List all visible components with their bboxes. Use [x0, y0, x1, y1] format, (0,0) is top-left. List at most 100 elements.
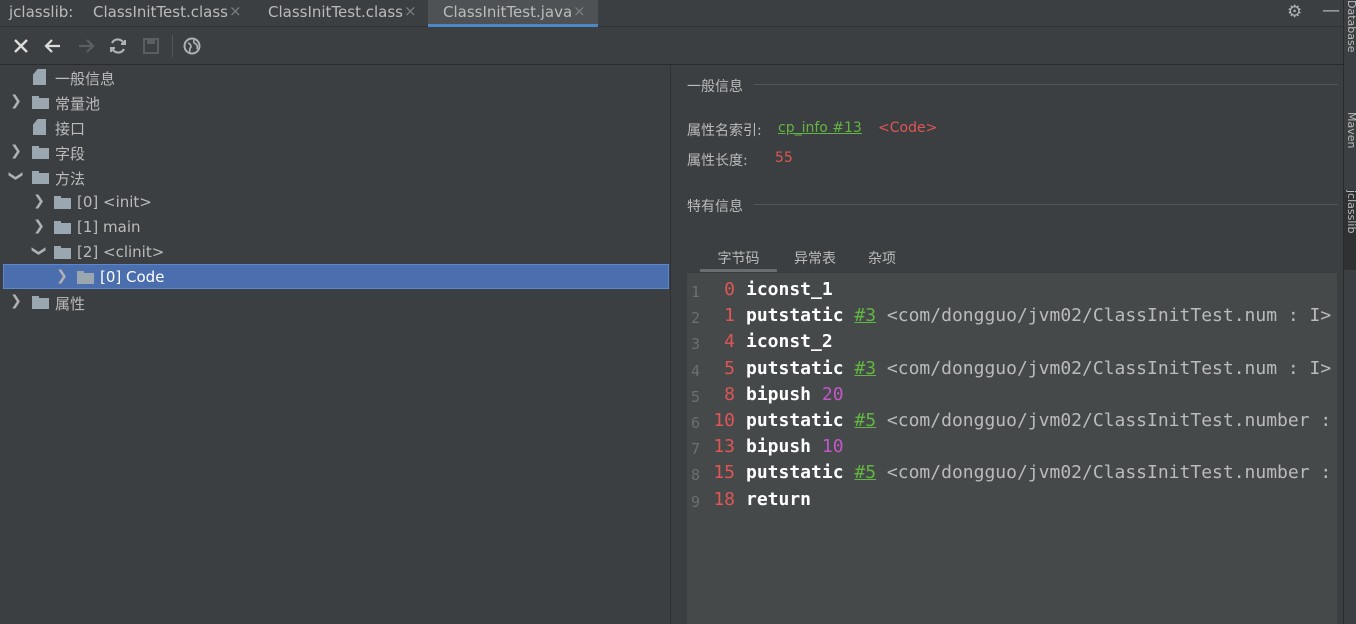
bytecode-offset: 5	[724, 357, 735, 379]
tab-label: 异常表	[794, 251, 836, 267]
tree-item-fields[interactable]: ❯ 字段	[0, 140, 670, 165]
operand-value: 20	[821, 383, 844, 405]
folder-icon	[54, 246, 71, 259]
tree-item-attributes[interactable]: ❯ 属性	[0, 290, 670, 315]
tree-item-label: [2] <clinit>	[77, 243, 165, 261]
line-number: 9	[691, 492, 701, 511]
chevron-right-icon[interactable]: ❯	[9, 142, 23, 160]
divider	[754, 204, 1338, 205]
tree-item-label: 常量池	[55, 95, 101, 113]
opcode: putstatic	[746, 305, 844, 327]
save-icon[interactable]	[140, 35, 162, 57]
member-descriptor: <com/dongguo/jvm02/ClassInitTest.number …	[886, 410, 1332, 431]
minimize-icon[interactable]: —	[1322, 0, 1340, 21]
opcode: iconst_1	[746, 279, 833, 300]
tree-item-label: 字段	[55, 145, 86, 163]
toolbar	[0, 27, 1343, 65]
bytecode-offset: 4	[724, 331, 735, 353]
tree-item-code[interactable]: ❯ [0] Code	[3, 264, 669, 289]
folder-icon	[54, 221, 71, 234]
line-number: 4	[691, 361, 701, 380]
instruction: return	[746, 489, 811, 510]
tab-classinittest-class-1[interactable]: ClassInitTest.class ×	[93, 0, 253, 26]
close-icon[interactable]: ×	[573, 2, 586, 20]
bytecode-line: 9 18 return	[687, 487, 1337, 513]
line-number: 3	[691, 335, 701, 354]
bytecode-line: 7 13 bipush 10	[687, 434, 1337, 460]
tree-item-label: [0] Code	[100, 268, 165, 286]
strip-label: jclasslib	[1345, 190, 1356, 234]
bytecode-line: 1 0 iconst_1	[687, 277, 1337, 303]
bytecode-offset: 15	[713, 462, 735, 484]
member-descriptor: <com/dongguo/jvm02/ClassInitTest.number …	[886, 462, 1332, 484]
instruction: bipush 10	[746, 436, 844, 457]
instruction: iconst_2	[746, 331, 833, 352]
specific-info-title: 特有信息	[687, 199, 743, 215]
general-info-title: 一般信息	[687, 79, 743, 95]
chevron-right-icon[interactable]: ❯	[32, 192, 46, 210]
refresh-icon[interactable]	[107, 35, 129, 57]
jclasslib-tool-button[interactable]: jclasslib	[1344, 190, 1356, 270]
constant-pool-ref-link[interactable]: #3	[854, 305, 876, 326]
globe-icon[interactable]	[181, 35, 203, 57]
tab-classinittest-java[interactable]: ClassInitTest.java ×	[428, 0, 598, 27]
folder-icon	[32, 296, 49, 309]
toolbar-separator	[172, 35, 173, 57]
tab-label: ClassInitTest.class	[268, 3, 403, 21]
tree-item-constant-pool[interactable]: ❯ 常量池	[0, 90, 670, 115]
forward-arrow-icon[interactable]	[75, 35, 97, 57]
tab-bytecode[interactable]: 字节码	[700, 246, 777, 272]
tree-item-general-info[interactable]: 一般信息	[0, 65, 670, 90]
strip-label: Maven	[1345, 112, 1356, 149]
bytecode-offset: 8	[724, 383, 735, 405]
bytecode-line: 2 1 putstatic #3 <com/dongguo/jvm02/ClassI…	[687, 303, 1337, 329]
instruction: putstatic #5 <com/dongguo/jvm02/ClassIni…	[746, 410, 1331, 431]
chevron-right-icon[interactable]: ❯	[32, 217, 46, 235]
chevron-right-icon[interactable]: ❯	[9, 92, 23, 110]
member-descriptor: <com/dongguo/jvm02/ClassInitTest.num : I…	[886, 305, 1332, 327]
database-tool-button[interactable]: Database	[1344, 0, 1356, 85]
constant-pool-ref-link[interactable]: #5	[854, 462, 876, 483]
chevron-down-icon[interactable]: ❯	[30, 244, 48, 258]
tree-item-label: [1] main	[77, 218, 141, 236]
tree-item-interfaces[interactable]: 接口	[0, 115, 670, 140]
close-icon[interactable]: ×	[229, 2, 242, 20]
tab-misc[interactable]: 杂项	[857, 246, 907, 272]
back-arrow-icon[interactable]	[42, 35, 64, 57]
instruction: bipush 20	[746, 384, 844, 405]
folder-icon	[32, 146, 49, 159]
line-number: 5	[691, 387, 701, 406]
close-icon[interactable]	[10, 35, 32, 57]
tab-exception-table[interactable]: 异常表	[783, 246, 847, 272]
instruction: iconst_1	[746, 279, 833, 300]
bytecode-line: 3 4 iconst_2	[687, 329, 1337, 355]
tree-item-label: 一般信息	[55, 70, 116, 88]
tree-item-method-init[interactable]: ❯ [0] <init>	[0, 190, 670, 215]
line-number: 6	[691, 414, 701, 432]
tab-classinittest-class-2[interactable]: ClassInitTest.class ×	[268, 0, 428, 26]
attr-name-index-label: 属性名索引:	[687, 123, 762, 139]
tree-item-method-clinit[interactable]: ❯ [2] <clinit>	[0, 240, 670, 265]
member-descriptor: <com/dongguo/jvm02/ClassInitTest.num : I…	[886, 357, 1332, 379]
cp-info-link[interactable]: cp_info #13	[778, 120, 862, 136]
chevron-right-icon[interactable]: ❯	[55, 267, 69, 285]
gear-icon[interactable]: ⚙	[1287, 2, 1302, 22]
tab-label: 字节码	[717, 251, 760, 267]
chevron-down-icon[interactable]: ❯	[7, 169, 25, 183]
close-icon[interactable]: ×	[404, 2, 417, 20]
line-number: 7	[691, 440, 701, 459]
attr-length-value: 55	[775, 150, 793, 166]
folder-icon	[32, 96, 49, 109]
bytecode-listing[interactable]: 1 0 iconst_1 2 1 putstatic #3 <com/dongguo/jv…	[687, 273, 1337, 624]
constant-pool-ref-link[interactable]: #5	[854, 410, 876, 431]
tree-item-method-main[interactable]: ❯ [1] main	[0, 215, 670, 240]
line-number: 8	[691, 466, 701, 485]
instruction: putstatic #5 <com/dongguo/jvm02/ClassIni…	[746, 462, 1331, 483]
tree-item-methods[interactable]: ❯ 方法	[0, 165, 670, 190]
attr-name-value: <Code>	[878, 120, 938, 136]
opcode: putstatic	[746, 357, 844, 379]
bytecode-line: 4 5 putstatic #3 <com/dongguo/jvm02/ClassI…	[687, 356, 1337, 382]
maven-tool-button[interactable]: Maven	[1344, 112, 1356, 177]
chevron-right-icon[interactable]: ❯	[9, 292, 23, 310]
constant-pool-ref-link[interactable]: #3	[854, 358, 876, 379]
